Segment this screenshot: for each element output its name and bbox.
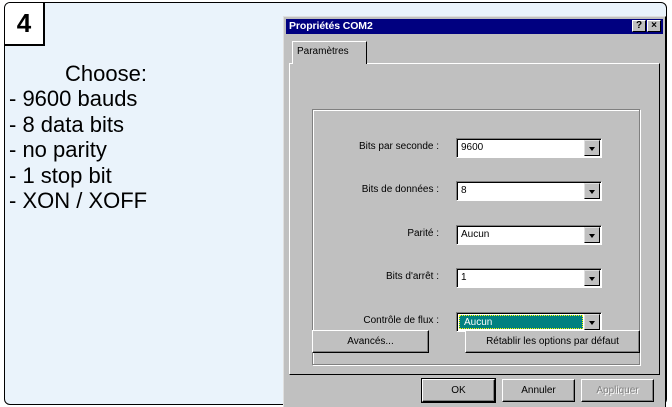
instruction-item: - XON / XOFF	[9, 188, 148, 214]
com-properties-dialog: Propriétés COM2 ? × Paramètres Bits par …	[283, 16, 666, 407]
flow-control-label: Contrôle de flux :	[363, 315, 439, 326]
parity-select[interactable]: Aucun	[456, 225, 602, 245]
help-button[interactable]: ?	[632, 20, 646, 32]
flow-control-selection: Aucun	[459, 315, 583, 329]
chevron-down-icon[interactable]	[584, 183, 600, 199]
field-row-data-bits: Bits de données : 8	[313, 180, 639, 202]
cancel-button[interactable]: Annuler	[502, 379, 575, 402]
dialog-titlebar[interactable]: Propriétés COM2 ? ×	[286, 19, 663, 34]
stop-bits-value: 1	[461, 272, 467, 283]
bits-per-second-label: Bits par seconde :	[358, 141, 439, 152]
flow-control-value: Aucun	[464, 317, 493, 328]
chevron-down-icon[interactable]	[584, 227, 600, 243]
settings-group: Bits par seconde : 9600 Bits de données …	[312, 109, 640, 365]
advanced-button[interactable]: Avancés...	[312, 330, 429, 353]
ok-button[interactable]: OK	[421, 378, 496, 403]
bits-per-second-select[interactable]: 9600	[456, 138, 602, 158]
flow-control-select[interactable]: Aucun	[456, 312, 602, 332]
instruction-item: - no parity	[9, 137, 107, 163]
instruction-item: - 1 stop bit	[9, 162, 112, 188]
data-bits-select[interactable]: 8	[456, 181, 602, 201]
field-row-parity: Parité : Aucun	[313, 224, 639, 246]
data-bits-value: 8	[461, 185, 467, 196]
stop-bits-label: Bits d'arrêt :	[385, 271, 439, 282]
close-button[interactable]: ×	[647, 20, 661, 32]
instructions: Choose: - 9600 bauds - 8 data bits - no …	[9, 61, 269, 213]
apply-button[interactable]: Appliquer	[581, 379, 654, 402]
field-row-stop-bits: Bits d'arrêt : 1	[313, 267, 639, 289]
chevron-down-icon[interactable]	[584, 270, 600, 286]
chevron-down-icon[interactable]	[584, 314, 600, 330]
parity-label: Parité :	[407, 228, 439, 239]
instructions-heading: Choose:	[65, 61, 147, 86]
field-row-bits-per-second: Bits par seconde : 9600	[313, 137, 639, 159]
stop-bits-select[interactable]: 1	[456, 268, 602, 288]
tab-parametres[interactable]: Paramètres	[292, 41, 367, 64]
data-bits-label: Bits de données :	[361, 184, 439, 195]
bits-per-second-value: 9600	[461, 142, 484, 153]
parity-value: Aucun	[461, 229, 490, 240]
restore-defaults-button[interactable]: Rétablir les options par défaut	[465, 330, 640, 353]
dialog-title: Propriétés COM2	[289, 20, 373, 32]
step-number: 4	[5, 3, 45, 46]
instruction-item: - 9600 bauds	[9, 86, 138, 112]
instruction-item: - 8 data bits	[9, 111, 124, 137]
chevron-down-icon[interactable]	[584, 140, 600, 156]
tab-panel: Bits par seconde : 9600 Bits de données …	[289, 63, 660, 375]
